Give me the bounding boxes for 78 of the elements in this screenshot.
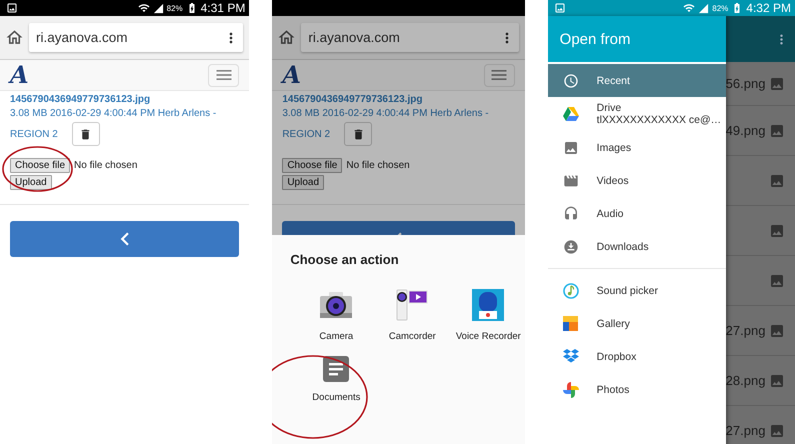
wifi-icon — [138, 2, 150, 14]
clock-time: 4:32 PM — [746, 1, 791, 15]
drawer-item[interactable]: Gallery — [548, 307, 726, 340]
headphones-icon — [562, 206, 579, 222]
choose-file-button[interactable]: Choose file — [282, 158, 342, 173]
choose-file-button[interactable]: Choose file — [10, 158, 70, 173]
camcorder-icon[interactable] — [395, 289, 430, 321]
app-label[interactable]: Voice Recorder — [456, 331, 521, 342]
file-info: 3.08 MB 2016-02-29 4:00:44 PM Herb Arlens - — [10, 108, 218, 119]
open-box-icon — [562, 349, 579, 364]
menu-button[interactable] — [208, 64, 240, 86]
region-label: REGION 2 — [282, 128, 330, 140]
home-icon[interactable] — [277, 28, 296, 47]
file-info: 3.08 MB 2016-02-29 4:00:44 PM Herb Arlens - — [282, 108, 490, 119]
app-label[interactable]: Documents — [312, 392, 360, 403]
sheet-title: Choose an action — [290, 252, 400, 267]
drawer-item[interactable]: Videos — [548, 164, 726, 197]
home-icon[interactable] — [5, 28, 24, 47]
image-icon — [769, 422, 785, 438]
drawer-item[interactable]: Drive tlXXXXXXXXXXXX ce@… — [548, 97, 726, 131]
image-icon — [769, 76, 785, 92]
delete-button[interactable] — [344, 122, 372, 146]
image-icon — [769, 372, 785, 388]
upload-button[interactable]: Upload — [282, 175, 324, 190]
signal-icon — [698, 2, 710, 14]
image-icon — [554, 2, 566, 14]
file-name: 56.png — [726, 76, 766, 91]
trash-icon — [79, 128, 92, 140]
file-name: 27.png — [726, 423, 766, 438]
music-note-icon — [562, 282, 579, 298]
camera-icon[interactable] — [319, 289, 354, 321]
drawer-item[interactable]: Sound picker — [548, 274, 726, 307]
delete-button[interactable] — [72, 122, 100, 146]
image-icon — [769, 272, 785, 288]
app-label[interactable]: Camera — [319, 331, 354, 342]
clock-time: 4:31 PM — [200, 1, 246, 15]
image-icon — [769, 322, 785, 338]
drawer-item[interactable]: Recent — [548, 64, 726, 97]
file-name: 49.png — [726, 123, 766, 138]
wifi-icon — [683, 2, 696, 14]
app-label[interactable]: Camcorder — [388, 331, 436, 342]
gallery-icon — [563, 316, 578, 331]
highlight-ellipse — [2, 146, 73, 192]
download-icon — [562, 238, 579, 254]
clapperboard-icon — [562, 172, 579, 188]
drawer-item[interactable]: Dropbox — [548, 340, 726, 373]
drawer-title: Open from — [548, 16, 726, 62]
drawer-item[interactable]: Downloads — [548, 230, 726, 263]
file-status: No file chosen — [74, 160, 138, 171]
pinwheel-icon — [562, 382, 579, 398]
file-name: 28.png — [726, 373, 766, 388]
voice-recorder-icon[interactable] — [472, 289, 504, 321]
file-name: 27.png — [726, 323, 766, 338]
drawer-item[interactable]: Images — [548, 131, 726, 164]
menu-button[interactable] — [484, 64, 515, 86]
logo: A — [282, 63, 301, 87]
file-link[interactable]: 1456790436949779736123.jpg — [282, 94, 515, 105]
triangle-logo-icon — [562, 107, 579, 121]
upload-button[interactable]: Upload — [10, 175, 52, 190]
logo: A — [10, 63, 29, 87]
image-icon — [769, 222, 785, 238]
trash-icon — [352, 128, 365, 140]
signal-icon — [152, 2, 164, 14]
battery-percent: 82% — [166, 4, 183, 12]
battery-percent: 82% — [712, 4, 728, 12]
image-icon — [562, 140, 579, 156]
region-label: REGION 2 — [10, 128, 58, 140]
image-icon — [769, 172, 785, 188]
clock-icon — [562, 72, 579, 88]
drawer-item[interactable]: Audio — [548, 197, 726, 230]
drawer-item[interactable]: Photos — [548, 373, 726, 406]
document-icon[interactable] — [323, 356, 350, 382]
image-icon — [6, 2, 18, 14]
image-icon — [769, 122, 785, 138]
file-link[interactable]: 1456790436949779736123.jpg — [10, 94, 240, 105]
url-field[interactable]: ri.ayanova.com — [29, 23, 244, 52]
url-field[interactable]: ri.ayanova.com — [301, 23, 519, 52]
file-status: No file chosen — [346, 160, 410, 171]
